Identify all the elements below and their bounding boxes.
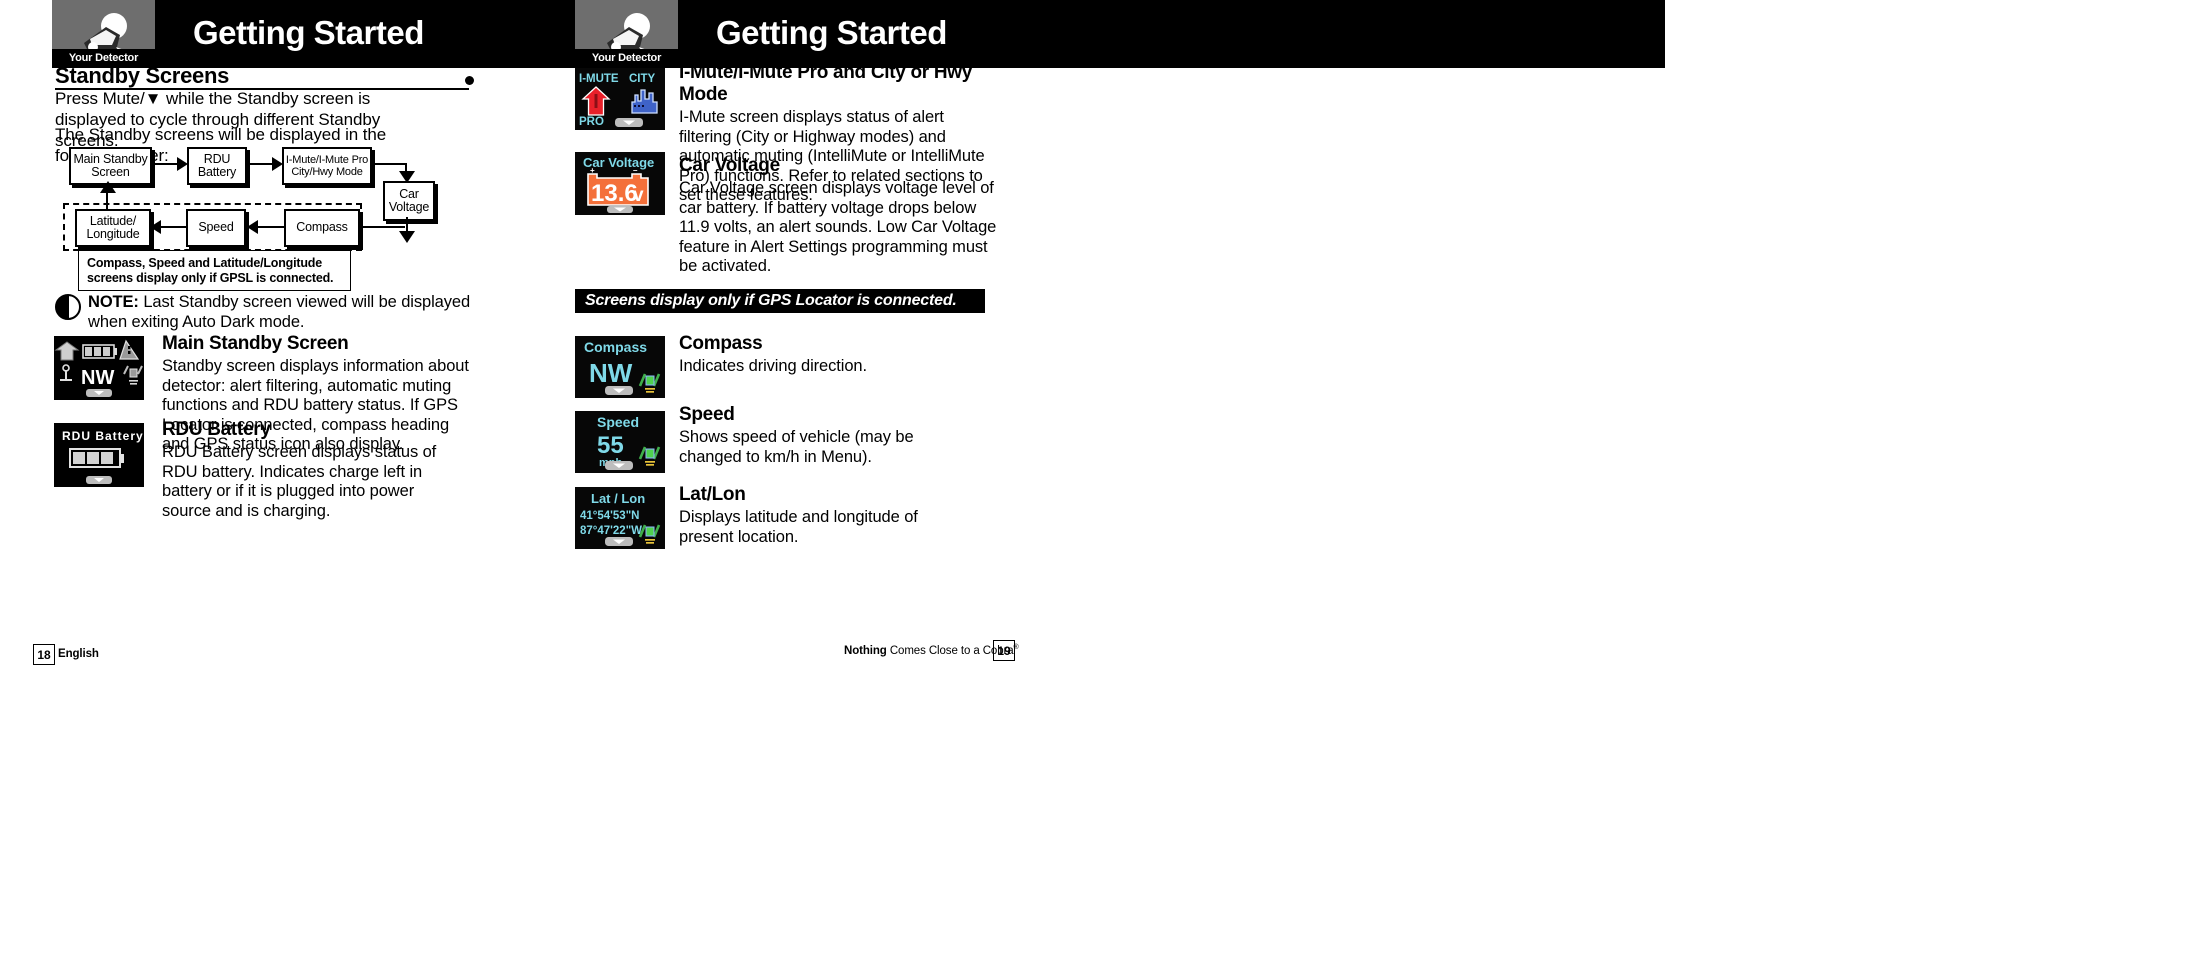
section-rule-dot [465, 76, 474, 85]
flow-box-speed-label: Speed [198, 220, 234, 235]
svg-text:RDU Battery: RDU Battery [62, 429, 144, 443]
lcd-latlon-screen: Lat / Lon 41°54'53"N 87°47'22"W [575, 487, 665, 549]
flow-box-lat-long: Latitude/ Longitude [75, 209, 151, 247]
main-standby-graphics: NW [54, 336, 144, 400]
figure-imute-heading: I-Mute/I-Mute Pro and City or Hwy Mode [679, 62, 973, 105]
figure-car-voltage-heading: Car Voltage [679, 155, 780, 176]
figure-compass-body: Indicates driving direction. [679, 357, 867, 375]
page-title-left: Getting Started [193, 14, 424, 51]
note-icon [55, 294, 81, 320]
flow-box-car-voltage: Car Voltage [383, 181, 435, 221]
footer-language: English [58, 648, 99, 660]
svg-text:–: – [633, 166, 638, 175]
svg-text:Lat / Lon: Lat / Lon [591, 491, 645, 506]
flow-box-compass-label: Compass [296, 220, 348, 235]
your-detector-logo-tab-right: Your Detector [575, 0, 678, 68]
flow-arrow-2 [272, 157, 283, 171]
svg-text:NW: NW [81, 367, 114, 389]
lcd-main-standby-screen: NW [54, 336, 144, 400]
gps-locator-banner: Screens display only if GPS Locator is c… [575, 289, 985, 313]
flow-arrow-6 [247, 220, 258, 234]
figure-compass-heading: Compass [679, 333, 763, 354]
latlon-graphics: Lat / Lon 41°54'53"N 87°47'22"W [575, 487, 665, 549]
svg-text:55: 55 [597, 432, 624, 459]
flow-line-7 [359, 226, 405, 228]
svg-text:CITY: CITY [629, 73, 656, 85]
note-label: NOTE: [88, 293, 139, 311]
figure-latlon-screen: Lat / Lon 41°54'53"N 87°47'22"W [575, 487, 665, 549]
flow-box-speed: Speed [186, 209, 246, 247]
note-body: Last Standby screen viewed will be displ… [88, 293, 471, 331]
flow-box-rdu-battery: RDU Battery [187, 147, 247, 185]
figure-compass-screen: Compass NW [575, 336, 665, 398]
svg-text:Compass: Compass [584, 339, 647, 355]
compass-graphics: Compass NW [575, 336, 665, 398]
svg-text:87°47'22"W: 87°47'22"W [580, 525, 642, 537]
lcd-car-voltage-screen: Car Voltage + – 13.6 v [575, 152, 665, 215]
svg-text:41°54'53"N: 41°54'53"N [580, 510, 639, 522]
svg-text:v: v [633, 185, 644, 206]
flow-arrow-1 [177, 157, 188, 171]
figure-speed-screen: Speed 55 mph [575, 411, 665, 473]
lcd-rdu-battery-screen: RDU Battery [54, 423, 144, 487]
imute-graphics: I-MUTE CITY PRO [575, 68, 665, 130]
flow-line-6 [256, 226, 286, 228]
flow-box-imute-pro-label: I-Mute/I-Mute Pro City/Hwy Mode [285, 153, 369, 179]
flow-box-main-standby-label: Main Standby Screen [73, 151, 148, 179]
speed-graphics: Speed 55 mph [575, 411, 665, 473]
figure-rdu-battery-screen: RDU Battery [54, 423, 144, 487]
figure-speed-text: Speed Shows speed of vehicle (may be cha… [679, 404, 929, 467]
flow-box-rdu-battery-label: RDU Battery [197, 151, 237, 179]
figure-rdu-battery-body: RDU Battery screen displays status of RD… [162, 443, 437, 520]
your-detector-logo-tab: Your Detector [52, 0, 155, 68]
figure-rdu-battery-text: RDU Battery RDU Battery screen displays … [162, 419, 462, 521]
svg-text:NW: NW [589, 358, 633, 388]
rdu-battery-graphics: RDU Battery [54, 423, 144, 487]
figure-latlon-heading: Lat/Lon [679, 484, 746, 505]
svg-text:13.6: 13.6 [591, 180, 638, 207]
footer-tagline-bold: Nothing [844, 644, 887, 657]
figure-imute-screen: I-MUTE CITY PRO [575, 68, 665, 130]
flow-arrow-7 [100, 181, 116, 193]
flow-arrow-3 [399, 171, 415, 183]
figure-compass-text: Compass Indicates driving direction. [679, 333, 929, 377]
flow-box-lat-long-label: Latitude/ Longitude [86, 213, 140, 241]
svg-text:+: + [590, 166, 595, 175]
figure-car-voltage-body: Car Voltage screen displays voltage leve… [679, 179, 997, 275]
lcd-compass-screen: Compass NW [575, 336, 665, 398]
figure-rdu-battery-heading: RDU Battery [162, 419, 271, 440]
page-title-right: Getting Started [716, 14, 947, 51]
svg-text:I-MUTE: I-MUTE [579, 73, 619, 85]
lcd-speed-screen: Speed 55 mph [575, 411, 665, 473]
figure-speed-heading: Speed [679, 404, 735, 425]
svg-text:PRO: PRO [579, 116, 604, 128]
flow-line-5 [159, 226, 187, 228]
figure-speed-body: Shows speed of vehicle (may be changed t… [679, 428, 914, 466]
note-text: NOTE: Last Standby screen viewed will be… [88, 292, 493, 332]
figure-main-standby-heading: Main Standby Screen [162, 333, 349, 354]
flow-box-car-voltage-label: Car Voltage [388, 186, 430, 214]
flow-box-imute-pro: I-Mute/I-Mute Pro City/Hwy Mode [282, 147, 372, 185]
gpsl-note-box: Compass, Speed and Latitude/Longitude sc… [78, 250, 351, 291]
flow-line-3 [371, 163, 407, 165]
page-number-right: 19 [993, 640, 1015, 661]
figure-main-standby-screen: NW [54, 336, 144, 400]
section-title-standby-screens: Standby Screens [55, 63, 230, 88]
logo-tab-label-right: Your Detector [575, 49, 678, 68]
flow-box-main-standby: Main Standby Screen [69, 147, 152, 185]
lcd-imute-screen: I-MUTE CITY PRO [575, 68, 665, 130]
figure-latlon-body: Displays latitude and longitude of prese… [679, 508, 918, 546]
page-number-left: 18 [33, 644, 55, 665]
figure-latlon-text: Lat/Lon Displays latitude and longitude … [679, 484, 929, 547]
flow-arrow-5 [150, 220, 161, 234]
flow-box-compass: Compass [284, 209, 360, 247]
figure-car-voltage-screen: Car Voltage + – 13.6 v [575, 152, 665, 215]
svg-text:Speed: Speed [597, 414, 639, 430]
flow-arrow-4 [399, 231, 415, 243]
figure-car-voltage-text: Car Voltage Car Voltage screen displays … [679, 155, 1009, 277]
car-voltage-graphics: Car Voltage + – 13.6 v [575, 152, 665, 215]
right-page: Your Detector Getting Started I-MUTE CIT… [575, 0, 2194, 976]
